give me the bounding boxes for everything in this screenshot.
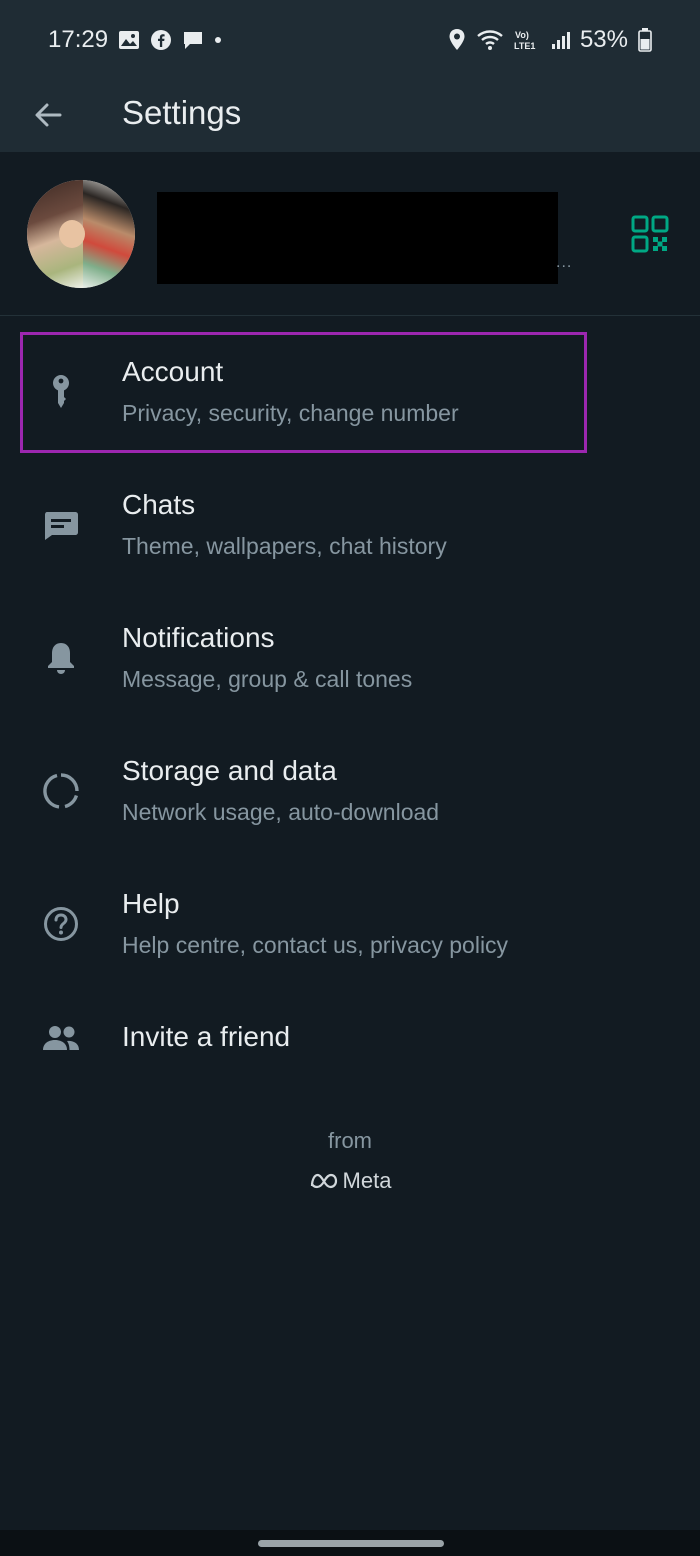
settings-item-chats[interactable]: Chats Theme, wallpapers, chat history <box>0 458 700 591</box>
from-meta-footer: from Meta <box>0 1128 700 1194</box>
gallery-icon <box>118 30 140 50</box>
settings-item-subtitle: Privacy, security, change number <box>122 400 459 426</box>
location-icon <box>448 28 466 52</box>
meta-brand-text: Meta <box>342 1168 392 1193</box>
back-button[interactable] <box>30 90 66 140</box>
bell-icon <box>40 637 82 679</box>
key-icon <box>40 371 82 413</box>
battery-icon <box>638 28 652 52</box>
status-left: 17:29 <box>48 26 222 54</box>
settings-item-storage[interactable]: Storage and data Network usage, auto-dow… <box>0 724 700 857</box>
status-right: Vo) LTE1 53% <box>448 26 652 54</box>
settings-item-title: Notifications <box>122 622 275 653</box>
help-icon <box>40 903 82 945</box>
svg-text:LTE1: LTE1 <box>514 41 535 51</box>
status-bar: 17:29 Vo) LTE1 53% <box>0 0 700 80</box>
meta-logo-icon <box>310 1173 337 1189</box>
arrow-back-icon <box>35 103 62 127</box>
settings-item-title: Help <box>122 888 180 919</box>
home-gesture-handle[interactable] <box>258 1540 444 1547</box>
settings-item-title: Chats <box>122 489 196 520</box>
settings-item-title: Account <box>122 356 224 387</box>
battery-percent: 53% <box>579 26 628 53</box>
profile-name-redacted <box>157 192 558 284</box>
wifi-icon <box>476 29 504 51</box>
storage-icon <box>40 770 82 812</box>
from-label: from <box>328 1128 372 1153</box>
settings-item-subtitle: Help centre, contact us, privacy policy <box>122 932 509 958</box>
qr-code-button[interactable] <box>630 214 670 254</box>
message-icon <box>182 29 204 51</box>
settings-item-title: Storage and data <box>122 755 337 786</box>
qr-code-icon <box>631 215 669 253</box>
volte-icon: Vo) LTE1 <box>514 29 540 51</box>
dot-icon <box>214 36 222 44</box>
page-title: Settings <box>122 94 242 131</box>
status-time: 17:29 <box>48 26 109 53</box>
avatar-photo-right <box>83 180 135 288</box>
settings-item-account[interactable]: Account Privacy, security, change number <box>0 325 700 458</box>
facebook-icon <box>150 29 172 51</box>
signal-icon <box>550 30 570 50</box>
settings-item-title: Invite a friend <box>122 1021 291 1052</box>
profile-about-ellipsis: ... <box>556 254 573 271</box>
settings-item-subtitle: Theme, wallpapers, chat history <box>122 533 447 559</box>
chat-icon <box>40 504 82 546</box>
settings-item-invite[interactable]: Invite a friend <box>0 990 700 1090</box>
settings-item-notifications[interactable]: Notifications Message, group & call tone… <box>0 591 700 724</box>
settings-item-subtitle: Network usage, auto-download <box>122 799 440 825</box>
profile-row[interactable]: ... <box>0 152 700 316</box>
meta-brand: Meta <box>0 1168 700 1194</box>
avatar[interactable] <box>27 180 135 288</box>
avatar-photo-face <box>59 220 85 248</box>
settings-item-help[interactable]: Help Help centre, contact us, privacy po… <box>0 857 700 990</box>
people-icon <box>40 1018 82 1060</box>
settings-item-subtitle: Message, group & call tones <box>122 666 413 692</box>
svg-text:Vo): Vo) <box>515 30 529 40</box>
app-bar: Settings <box>0 80 700 152</box>
